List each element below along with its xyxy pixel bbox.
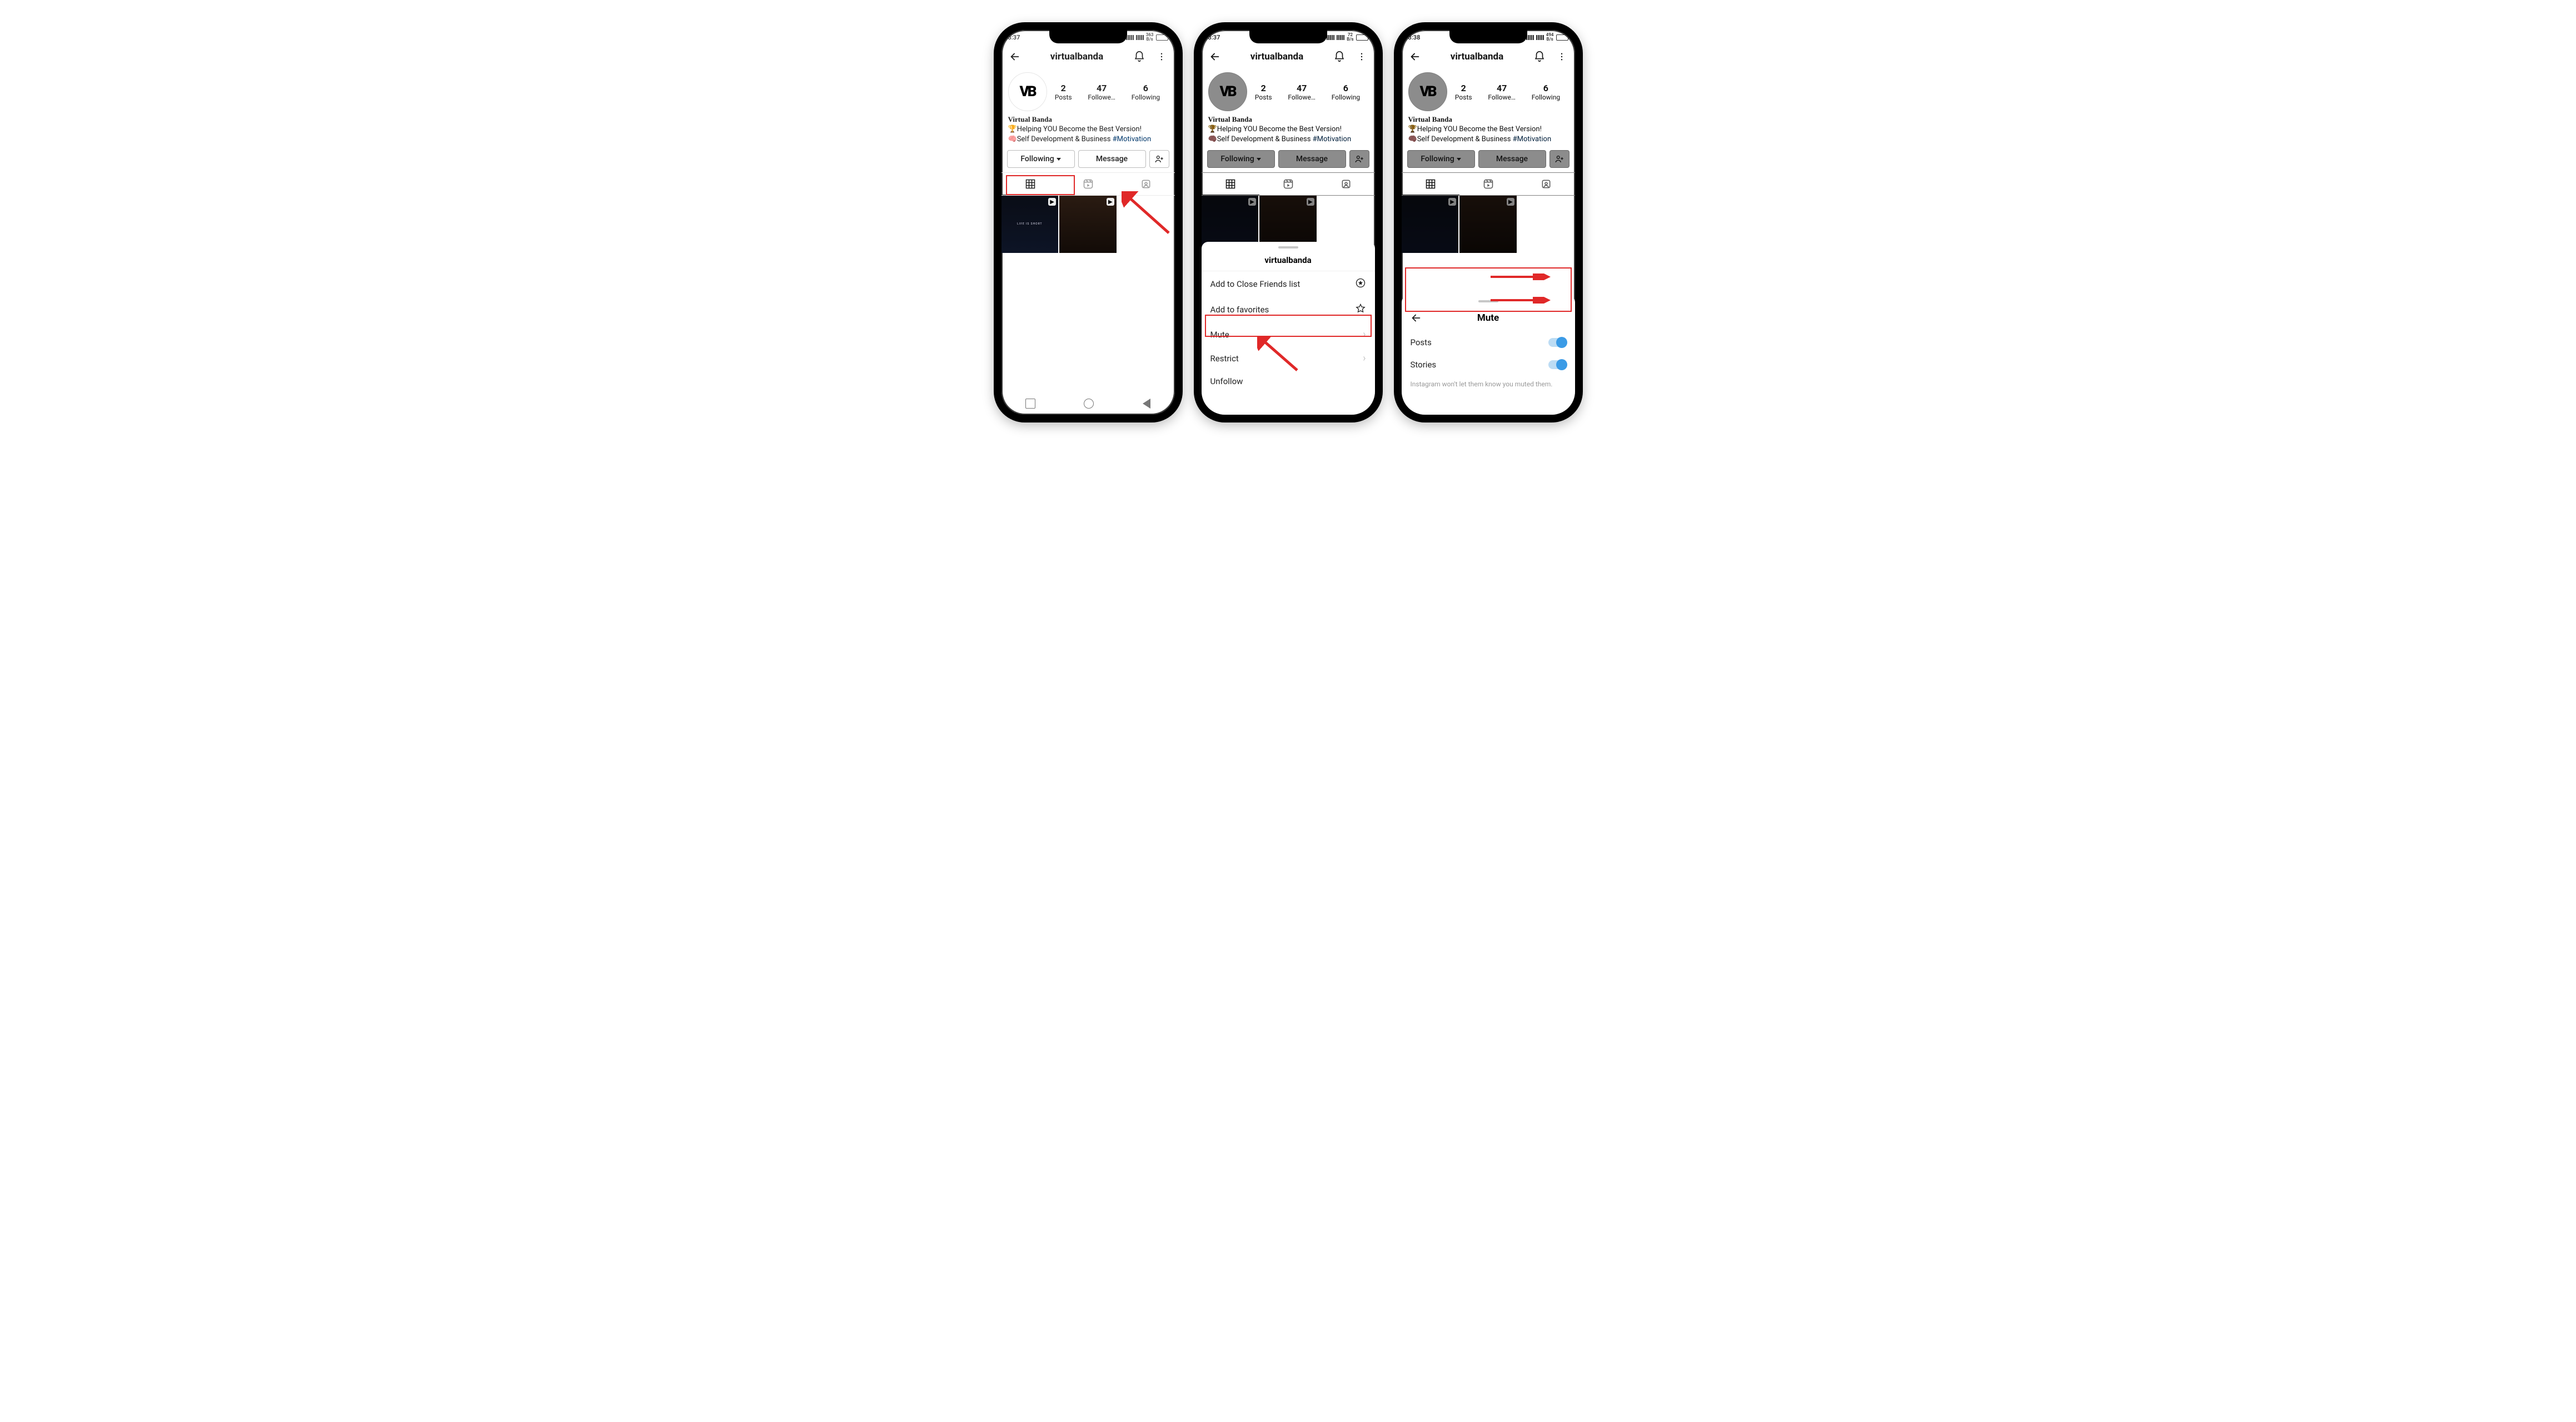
signal-icon-2: [1136, 35, 1144, 40]
bio-line-1: 🏆Helping YOU Become the Best Version!: [1008, 125, 1168, 135]
sheet-back-icon[interactable]: [1407, 309, 1425, 327]
stat-following[interactable]: 6Following: [1132, 83, 1160, 101]
post-thumbnail[interactable]: ▶: [1059, 196, 1117, 253]
sheet-title: virtualbanda: [1202, 253, 1375, 271]
nav-home-button[interactable]: [1084, 399, 1094, 409]
option-unfollow[interactable]: Unfollow: [1202, 370, 1375, 392]
nav-recent-button[interactable]: [1025, 399, 1035, 409]
signal-icon: [1126, 35, 1134, 40]
mute-posts-toggle[interactable]: [1548, 338, 1566, 347]
mute-posts-label: Posts: [1411, 337, 1432, 347]
tab-grid[interactable]: [1001, 173, 1059, 195]
header-username: virtualbanda: [1028, 51, 1126, 62]
phone-step-1: 3:37 363B/s virtualbanda VB: [994, 22, 1183, 422]
status-time: 3:37: [1008, 34, 1020, 41]
back-icon[interactable]: [1006, 48, 1024, 66]
bio-line-2: 🧠Self Development & Business #Motivation: [1008, 135, 1168, 145]
mute-posts-row: Posts: [1402, 331, 1575, 354]
profile-actions: Following Message: [1001, 147, 1175, 172]
chevron-right-icon: ›: [1363, 352, 1366, 364]
post-thumbnail[interactable]: LIFE IS SHORT▶: [1001, 196, 1059, 253]
mute-stories-label: Stories: [1411, 360, 1437, 370]
notch: [1249, 29, 1327, 43]
mute-note: Instagram won't let them know you muted …: [1402, 376, 1575, 392]
notifications-icon: [1531, 48, 1548, 66]
tab-tagged[interactable]: [1117, 173, 1175, 195]
chevron-down-icon: [1057, 158, 1061, 161]
message-button[interactable]: Message: [1078, 150, 1146, 168]
more-icon: [1553, 48, 1571, 66]
more-icon: [1353, 48, 1371, 66]
star-icon: [1355, 303, 1366, 316]
notch: [1049, 29, 1127, 43]
android-nav-bar: [1001, 392, 1175, 415]
battery-icon: [1156, 34, 1168, 41]
suggest-users-button[interactable]: [1149, 150, 1169, 168]
reel-icon: ▶: [1048, 198, 1056, 206]
notifications-icon: [1331, 48, 1348, 66]
mute-stories-toggle[interactable]: [1548, 360, 1566, 369]
sheet-title: Mute: [1425, 312, 1552, 324]
back-icon: [1206, 48, 1224, 66]
avatar-text: VB: [1020, 83, 1035, 100]
sheet-handle[interactable]: [1278, 246, 1298, 248]
more-icon[interactable]: [1153, 48, 1170, 66]
phone-step-2: 3:3772B/s virtualbanda VB2Posts47Followe…: [1194, 22, 1383, 422]
avatar[interactable]: VB: [1008, 72, 1047, 111]
dimmed-background: 3:38494B/s virtualbanda VB2Posts47Follow…: [1402, 30, 1575, 253]
chevron-right-icon: ›: [1363, 329, 1366, 340]
phone-step-3: 3:38494B/s virtualbanda VB2Posts47Follow…: [1394, 22, 1583, 422]
tab-reels[interactable]: [1059, 173, 1117, 195]
mute-sheet: Mute Posts Stories Instagram won't let t…: [1402, 296, 1575, 415]
notifications-icon[interactable]: [1130, 48, 1148, 66]
reel-icon: ▶: [1107, 198, 1114, 206]
dimmed-background: 3:3772B/s virtualbanda VB2Posts47Followe…: [1202, 30, 1375, 253]
option-mute[interactable]: Mute›: [1202, 322, 1375, 346]
sheet-handle[interactable]: [1478, 300, 1498, 302]
profile-bio: Virtual Banda 🏆Helping YOU Become the Be…: [1001, 113, 1175, 147]
profile-header: virtualbanda: [1001, 44, 1175, 69]
close-friends-icon: [1355, 277, 1366, 291]
profile-tabs: [1001, 172, 1175, 196]
bio-hashtag[interactable]: #Motivation: [1113, 135, 1151, 143]
notch: [1449, 29, 1527, 43]
option-close-friends[interactable]: Add to Close Friends list: [1202, 271, 1375, 297]
following-options-sheet: virtualbanda Add to Close Friends list A…: [1202, 242, 1375, 415]
status-kbps: 363B/s: [1146, 33, 1154, 42]
posts-grid: LIFE IS SHORT▶ ▶: [1001, 196, 1175, 253]
profile-overview: VB 2Posts 47Followe… 6Following: [1001, 69, 1175, 113]
following-button[interactable]: Following: [1007, 150, 1075, 168]
stat-posts[interactable]: 2Posts: [1055, 83, 1072, 101]
display-name: Virtual Banda: [1008, 115, 1168, 125]
nav-back-button[interactable]: [1143, 399, 1150, 409]
back-icon: [1406, 48, 1424, 66]
mute-stories-row: Stories: [1402, 354, 1575, 376]
option-favorites[interactable]: Add to favorites: [1202, 297, 1375, 322]
option-restrict[interactable]: Restrict›: [1202, 346, 1375, 370]
stat-followers[interactable]: 47Followe…: [1088, 83, 1115, 101]
